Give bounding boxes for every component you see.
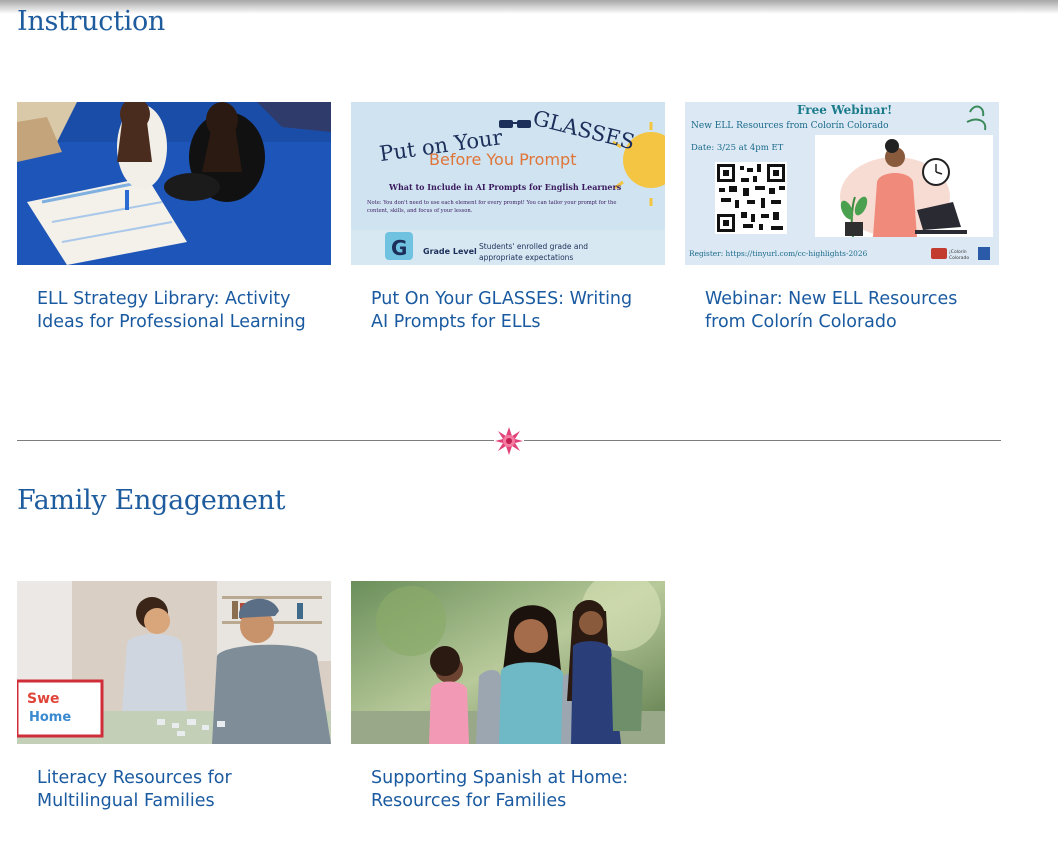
webinar-heading: Free Webinar!: [797, 103, 892, 117]
glasses-line2: Before You Prompt: [429, 150, 576, 169]
webinar-subheading: New ELL Resources from Colorín Colorado: [691, 120, 889, 131]
glasses-prompt-graphic: Put on Your GLASSES Before You Prompt Wh…: [351, 102, 665, 265]
card-title-link[interactable]: ELL Strategy Library: Activity Ideas for…: [37, 288, 311, 334]
card-image-link[interactable]: [351, 581, 665, 744]
webinar-logo2: Colorado: [949, 255, 969, 261]
card-ell-strategy-library: ELL Strategy Library: Activity Ideas for…: [17, 102, 331, 334]
card-literacy-resources: Swe Home Literacy Resources for Multilin…: [17, 581, 331, 813]
flower-icon: [494, 426, 524, 456]
webinar-logo1: ¡Colorín: [949, 248, 967, 255]
section-title-instruction: Instruction: [17, 6, 166, 37]
card-title-link[interactable]: Put On Your GLASSES: Writing AI Prompts …: [371, 288, 645, 334]
glasses-desc2: appropriate expectations: [479, 253, 573, 262]
card-image-link[interactable]: Swe Home: [17, 581, 331, 744]
card-glasses-ai-prompts: Put on Your GLASSES Before You Prompt Wh…: [351, 102, 665, 334]
card-image-link[interactable]: Free Webinar! New ELL Resources from Col…: [685, 102, 999, 265]
qr-code: [715, 162, 787, 234]
card-title-link[interactable]: Supporting Spanish at Home: Resources fo…: [371, 767, 645, 813]
glasses-desc1: Students' enrolled grade and: [479, 242, 588, 251]
section-title-family-engagement: Family Engagement: [17, 485, 286, 516]
card-webinar-colorin: Free Webinar! New ELL Resources from Col…: [685, 102, 999, 334]
webinar-graphic: Free Webinar! New ELL Resources from Col…: [685, 102, 999, 265]
webinar-date: Date: 3/25 at 4pm ET: [691, 143, 784, 153]
card-image-link[interactable]: Put on Your GLASSES Before You Prompt Wh…: [351, 102, 665, 265]
glasses-label: Grade Level: [423, 247, 477, 256]
book-word1: Swe: [27, 691, 60, 707]
father-child-puzzle-image: Swe Home: [17, 581, 331, 744]
card-title-link[interactable]: Webinar: New ELL Resources from Colorín …: [705, 288, 979, 334]
glasses-note2: content, skills, and focus of your lesso…: [367, 208, 473, 214]
glasses-heading: What to Include in AI Prompts for Englis…: [388, 182, 622, 192]
card-title-link[interactable]: Literacy Resources for Multilingual Fami…: [37, 767, 311, 813]
book-word2: Home: [29, 710, 71, 725]
students-classroom-image: [17, 102, 331, 265]
card-image-link[interactable]: [17, 102, 331, 265]
mother-daughters-image: [351, 581, 665, 744]
glasses-note1: Note: You don't need to use each element…: [367, 200, 616, 206]
webinar-register: Register: https://tinyurl.com/cc-highlig…: [689, 249, 868, 258]
card-supporting-spanish: Supporting Spanish at Home: Resources fo…: [351, 581, 665, 813]
glasses-letter: G: [391, 236, 407, 260]
